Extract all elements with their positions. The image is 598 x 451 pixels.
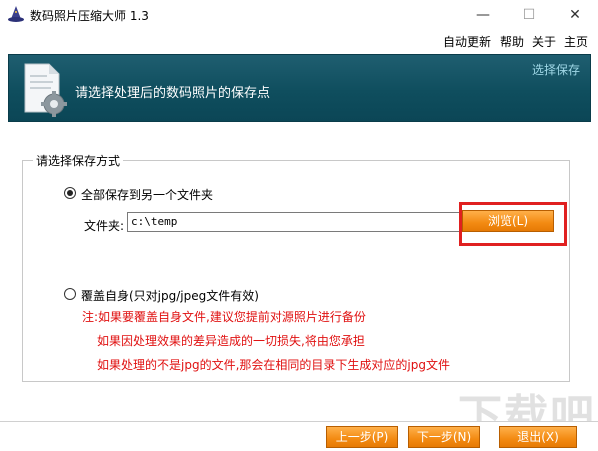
minimize-button[interactable]: — [460,0,506,30]
menu-about[interactable]: 关于 [532,33,556,50]
overwrite-self-radio[interactable] [64,288,76,300]
next-step-button[interactable]: 下一步(N) [408,426,480,448]
save-to-folder-label[interactable]: 全部保存到另一个文件夹 [81,186,213,203]
save-mode-legend: 请选择保存方式 [33,152,124,169]
previous-step-button[interactable]: 上一步(P) [326,426,398,448]
menu-help[interactable]: 帮助 [500,33,524,50]
exit-button[interactable]: 退出(X) [499,426,577,448]
note-line: 如果处理的不是jpg的文件,那会在相同的目录下生成对应的jpg文件 [97,358,450,372]
folder-path-input[interactable]: c:\temp [127,212,460,232]
menu-home[interactable]: 主页 [564,33,588,50]
document-gear-icon [24,63,67,117]
menu-auto-update[interactable]: 自动更新 [443,33,491,50]
title-bar: 数码照片压缩大师 1.3 — ☐ ✕ [0,0,598,30]
folder-label: 文件夹: [84,219,125,233]
window-title: 数码照片压缩大师 1.3 [30,9,149,23]
close-button[interactable]: ✕ [552,0,598,30]
note-line: 如果因处理效果的差异造成的一切损失,将由您承担 [97,334,365,348]
banner-instruction: 请选择处理后的数码照片的保存点 [75,86,271,101]
menu-bar: 自动更新 帮助 关于 主页 [0,30,598,52]
maximize-button[interactable]: ☐ [506,0,552,30]
browse-button[interactable]: 浏览(L) [462,210,554,232]
note-line: 注:如果要覆盖自身文件,建议您提前对源照片进行备份 [82,310,366,324]
wizard-hat-icon [8,6,24,22]
save-to-folder-radio[interactable] [64,187,76,199]
header-banner: 请选择处理后的数码照片的保存点 选择保存 [8,54,591,122]
overwrite-self-label[interactable]: 覆盖自身(只对jpg/jpeg文件有效) [81,287,259,304]
banner-step-label: 选择保存 [531,63,580,77]
